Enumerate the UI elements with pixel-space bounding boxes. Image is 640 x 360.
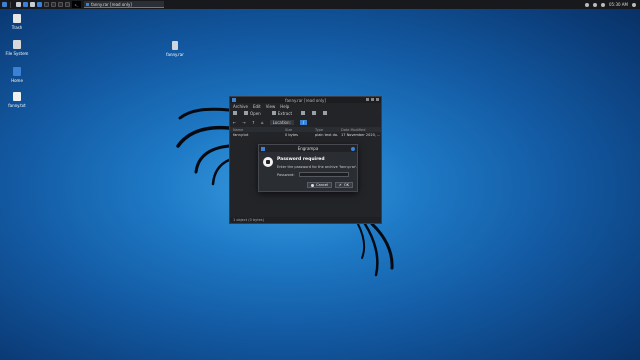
dialog-close-icon[interactable] — [351, 146, 355, 151]
extract-button[interactable]: Extract — [271, 111, 293, 116]
extract-icon — [271, 111, 276, 115]
cancel-button[interactable]: Cancel — [307, 182, 332, 188]
cell-type: plain text do... — [315, 133, 338, 137]
cell-date: 17 November 2020, ... — [341, 133, 381, 137]
add-folder-icon — [312, 111, 317, 115]
open-button[interactable]: Open — [244, 111, 261, 116]
engrampa-icon — [261, 146, 265, 151]
cancel-icon — [311, 183, 315, 187]
stop-button[interactable] — [323, 111, 329, 116]
column-type[interactable]: Type — [312, 128, 338, 132]
toolbar: Open Extract — [230, 109, 381, 118]
column-date[interactable]: Date Modified — [338, 128, 381, 132]
minimize-icon[interactable] — [366, 98, 369, 101]
open-label: Open — [250, 111, 261, 116]
dialog-body: Password required Enter the password for… — [259, 152, 357, 177]
password-input[interactable] — [298, 172, 349, 177]
password-label: Password: — [277, 172, 295, 177]
menu-view[interactable]: View — [266, 104, 276, 109]
add-files-button[interactable] — [301, 111, 307, 116]
open-icon — [244, 111, 248, 115]
archive-app-icon — [232, 98, 236, 102]
location-label: Location: — [269, 119, 294, 125]
password-row: Password: — [277, 172, 354, 177]
column-size[interactable]: Size — [282, 128, 312, 132]
lock-icon — [263, 157, 273, 167]
cell-name: fanny.txt — [233, 133, 249, 137]
location-path[interactable]: / — [299, 119, 308, 125]
dialog-heading: Password required — [277, 157, 325, 162]
cancel-label: Cancel — [316, 183, 328, 187]
menu-help[interactable]: Help — [280, 104, 289, 109]
forward-arrow-icon[interactable]: → — [242, 120, 245, 125]
menu-archive[interactable]: Archive — [233, 104, 248, 109]
location-bar: ← → ↑ ⌂ Location: / — [230, 118, 381, 126]
archive-window-titlebar[interactable]: fanny.rar [read only] — [230, 97, 381, 103]
archive-window-title: fanny.rar [read only] — [285, 97, 326, 103]
ok-button[interactable]: ✔ OK — [335, 182, 353, 188]
stop-icon — [323, 111, 328, 115]
menu-edit[interactable]: Edit — [253, 104, 261, 109]
status-bar: 1 object (0 bytes) — [230, 217, 381, 223]
column-name[interactable]: Name — [230, 128, 282, 132]
add-files-icon — [301, 111, 306, 115]
maximize-icon[interactable] — [371, 98, 374, 101]
ok-label: OK — [343, 183, 349, 187]
password-dialog: Engrampa Password required Enter the pas… — [258, 144, 358, 192]
extract-label: Extract — [277, 111, 293, 116]
new-archive-button[interactable] — [233, 111, 239, 116]
table-row[interactable]: fanny.txt 0 bytes plain text do... 17 No… — [230, 132, 381, 138]
new-archive-icon — [233, 111, 237, 115]
dialog-title: Engrampa — [297, 146, 319, 151]
home-icon[interactable]: ⌂ — [261, 120, 264, 125]
dialog-message: Enter the password for the archive 'fann… — [277, 165, 358, 169]
dialog-buttons: Cancel ✔ OK — [307, 182, 353, 188]
file-list-header: Name Size Type Date Modified — [230, 127, 381, 132]
window-controls — [366, 98, 379, 101]
password-dialog-titlebar[interactable]: Engrampa — [259, 145, 357, 152]
close-icon[interactable] — [376, 98, 379, 101]
back-arrow-icon[interactable]: ← — [233, 120, 236, 125]
check-icon: ✔ — [339, 183, 342, 187]
up-arrow-icon[interactable]: ↑ — [252, 120, 255, 125]
cell-size: 0 bytes — [285, 133, 298, 137]
add-folder-button[interactable] — [312, 111, 318, 116]
